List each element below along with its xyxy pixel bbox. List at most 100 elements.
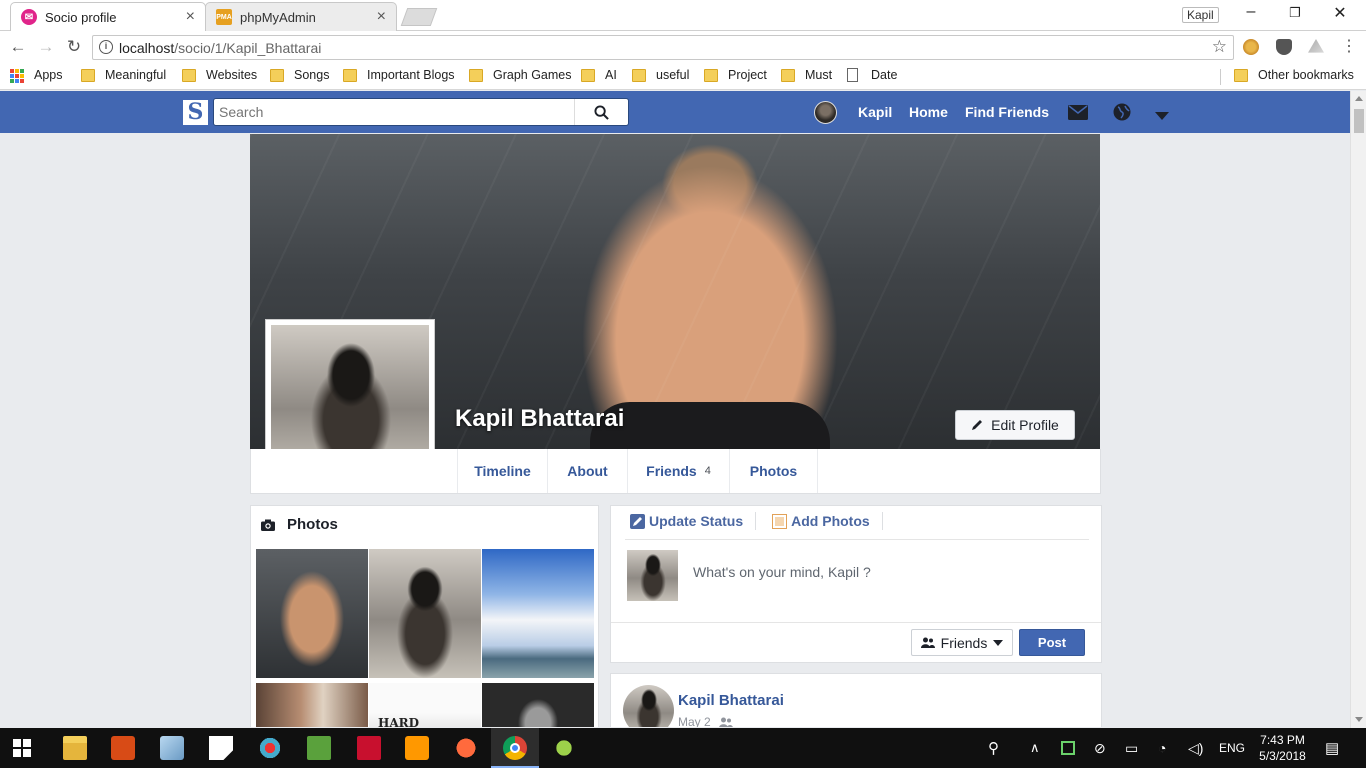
update-status-tab[interactable]: Update Status	[630, 512, 757, 530]
edit-profile-button[interactable]: Edit Profile	[955, 410, 1075, 440]
page-scrollbar[interactable]	[1350, 91, 1366, 728]
post-meta: May 2	[678, 715, 733, 727]
photos-panel-title: Photos	[287, 516, 338, 533]
bookmark-other[interactable]: Other bookmarks	[1234, 68, 1354, 85]
photo-thumbnail[interactable]	[256, 549, 368, 678]
media-player-icon[interactable]	[111, 736, 135, 760]
tab-label: Friends	[646, 463, 697, 479]
photo-thumbnail[interactable]	[369, 549, 481, 678]
status-textarea[interactable]: What's on your mind, Kapil ?	[693, 564, 871, 580]
system-monitor-icon[interactable]	[160, 736, 184, 760]
windows-start-icon[interactable]	[13, 739, 31, 757]
people-icon[interactable]: ⚲	[988, 728, 999, 768]
paint-icon[interactable]	[258, 736, 282, 760]
file-explorer-icon[interactable]	[63, 736, 87, 760]
extension-cookie-icon[interactable]	[1243, 39, 1259, 55]
nav-user[interactable]: Kapil	[814, 91, 892, 133]
profile-user-button[interactable]: Kapil	[1182, 7, 1219, 23]
volume-icon[interactable]: ◁)	[1188, 728, 1203, 768]
info-icon[interactable]: i	[99, 40, 113, 54]
pocket-icon[interactable]	[1276, 39, 1292, 55]
friends-audience-icon	[718, 717, 733, 727]
timeline-post: Kapil Bhattarai May 2	[610, 673, 1102, 727]
folder-icon	[781, 69, 795, 82]
scroll-down-icon[interactable]	[1355, 717, 1363, 722]
restore-icon[interactable]: ❐	[1283, 5, 1307, 21]
drive-icon[interactable]	[1308, 39, 1324, 53]
bookmark-label: Songs	[294, 68, 330, 82]
nav-find-friends-link[interactable]: Find Friends	[965, 91, 1049, 133]
bookmark-label: Project	[728, 68, 767, 82]
green-app-tray-icon[interactable]	[1061, 728, 1075, 768]
language-indicator[interactable]: ENG	[1219, 728, 1245, 768]
bookmark-important-blogs[interactable]: Important Blogs	[343, 68, 455, 85]
scrollbar-thumb[interactable]	[1354, 109, 1364, 133]
bookmarks-bar: Apps Meaningful Websites Songs Important…	[0, 63, 1366, 90]
bookmark-meaningful[interactable]: Meaningful	[81, 68, 166, 85]
taskbar-clock[interactable]: 7:43 PM 5/3/2018	[1255, 732, 1310, 764]
git-icon[interactable]	[454, 736, 478, 760]
reload-icon[interactable]: ↻	[63, 37, 85, 57]
post-author-link[interactable]: Kapil Bhattarai	[678, 692, 784, 709]
folder-icon	[343, 69, 357, 82]
nav-home-link[interactable]: Home	[909, 91, 948, 133]
bookmark-useful[interactable]: useful	[632, 68, 689, 85]
privacy-select[interactable]: Friends	[911, 629, 1013, 656]
photo-thumbnail[interactable]	[482, 549, 594, 678]
android-studio-icon[interactable]	[552, 736, 576, 760]
chrome-taskbar-button[interactable]	[491, 728, 539, 768]
window-close-icon[interactable]: ✕	[1328, 3, 1352, 23]
network-tray-icon[interactable]: ⊘	[1094, 728, 1106, 768]
new-tab-button[interactable]	[400, 8, 438, 26]
post-button[interactable]: Post	[1019, 629, 1085, 656]
bookmark-websites[interactable]: Websites	[182, 68, 257, 85]
url-input[interactable]: i localhost/socio/1/Kapil_Bhattarai ☆	[92, 35, 1234, 60]
tray-expand-icon[interactable]: ∧	[1030, 728, 1040, 768]
sublime-text-icon[interactable]	[405, 736, 429, 760]
bookmark-date[interactable]: Date	[847, 68, 897, 85]
sticky-notes-icon[interactable]	[209, 736, 233, 760]
photo-thumbnail[interactable]	[256, 683, 368, 727]
photo-thumbnail[interactable]: HARD	[369, 683, 481, 727]
close-tab-icon[interactable]: ×	[186, 8, 195, 26]
scroll-up-icon[interactable]	[1355, 96, 1363, 101]
avatar	[627, 550, 678, 601]
action-center-icon[interactable]: ▤	[1325, 728, 1339, 768]
site-logo[interactable]: S	[183, 100, 208, 125]
caret-down-icon[interactable]	[1155, 95, 1169, 137]
bookmark-must[interactable]: Must	[781, 68, 832, 85]
globe-icon[interactable]	[1113, 91, 1131, 133]
search-box	[213, 98, 629, 126]
menu-kebab-icon[interactable]: ⋮	[1338, 37, 1360, 57]
tab-timeline[interactable]: Timeline	[457, 449, 548, 493]
back-icon[interactable]: ←	[7, 37, 29, 57]
avatar[interactable]	[623, 685, 674, 727]
forward-icon[interactable]: →	[35, 37, 57, 57]
tab-phpmyadmin[interactable]: PMA phpMyAdmin ×	[205, 2, 397, 31]
tab-friends[interactable]: Friends 4	[628, 449, 730, 493]
bookmark-songs[interactable]: Songs	[270, 68, 329, 85]
friends-count: 4	[704, 465, 711, 477]
bookmark-graph-games[interactable]: Graph Games	[469, 68, 572, 85]
add-photos-tab[interactable]: Add Photos	[772, 512, 883, 530]
pdf-reader-icon[interactable]	[357, 736, 381, 760]
tab-about[interactable]: About	[548, 449, 628, 493]
search-button[interactable]	[574, 99, 628, 125]
bookmark-label: Websites	[206, 68, 258, 82]
search-input[interactable]	[214, 99, 574, 125]
bookmark-project[interactable]: Project	[704, 68, 767, 85]
photo-thumbnail[interactable]	[482, 683, 594, 727]
apps-grid-icon	[10, 69, 24, 83]
close-tab-icon[interactable]: ×	[377, 8, 386, 26]
notepad-plus-icon[interactable]	[307, 736, 331, 760]
tab-socio-profile[interactable]: ✉ Socio profile ×	[10, 2, 206, 31]
battery-icon[interactable]: ▭	[1125, 728, 1138, 768]
envelope-icon[interactable]	[1068, 91, 1088, 133]
bookmark-apps[interactable]: Apps	[10, 68, 63, 85]
status-composer: Update Status Add Photos What's on your …	[610, 505, 1102, 663]
wifi-icon[interactable]: ◔	[1158, 728, 1166, 768]
tab-photos[interactable]: Photos	[730, 449, 818, 493]
bookmark-star-icon[interactable]: ☆	[1212, 37, 1227, 57]
minimize-icon[interactable]: –	[1239, 3, 1263, 21]
bookmark-ai[interactable]: AI	[581, 68, 617, 85]
